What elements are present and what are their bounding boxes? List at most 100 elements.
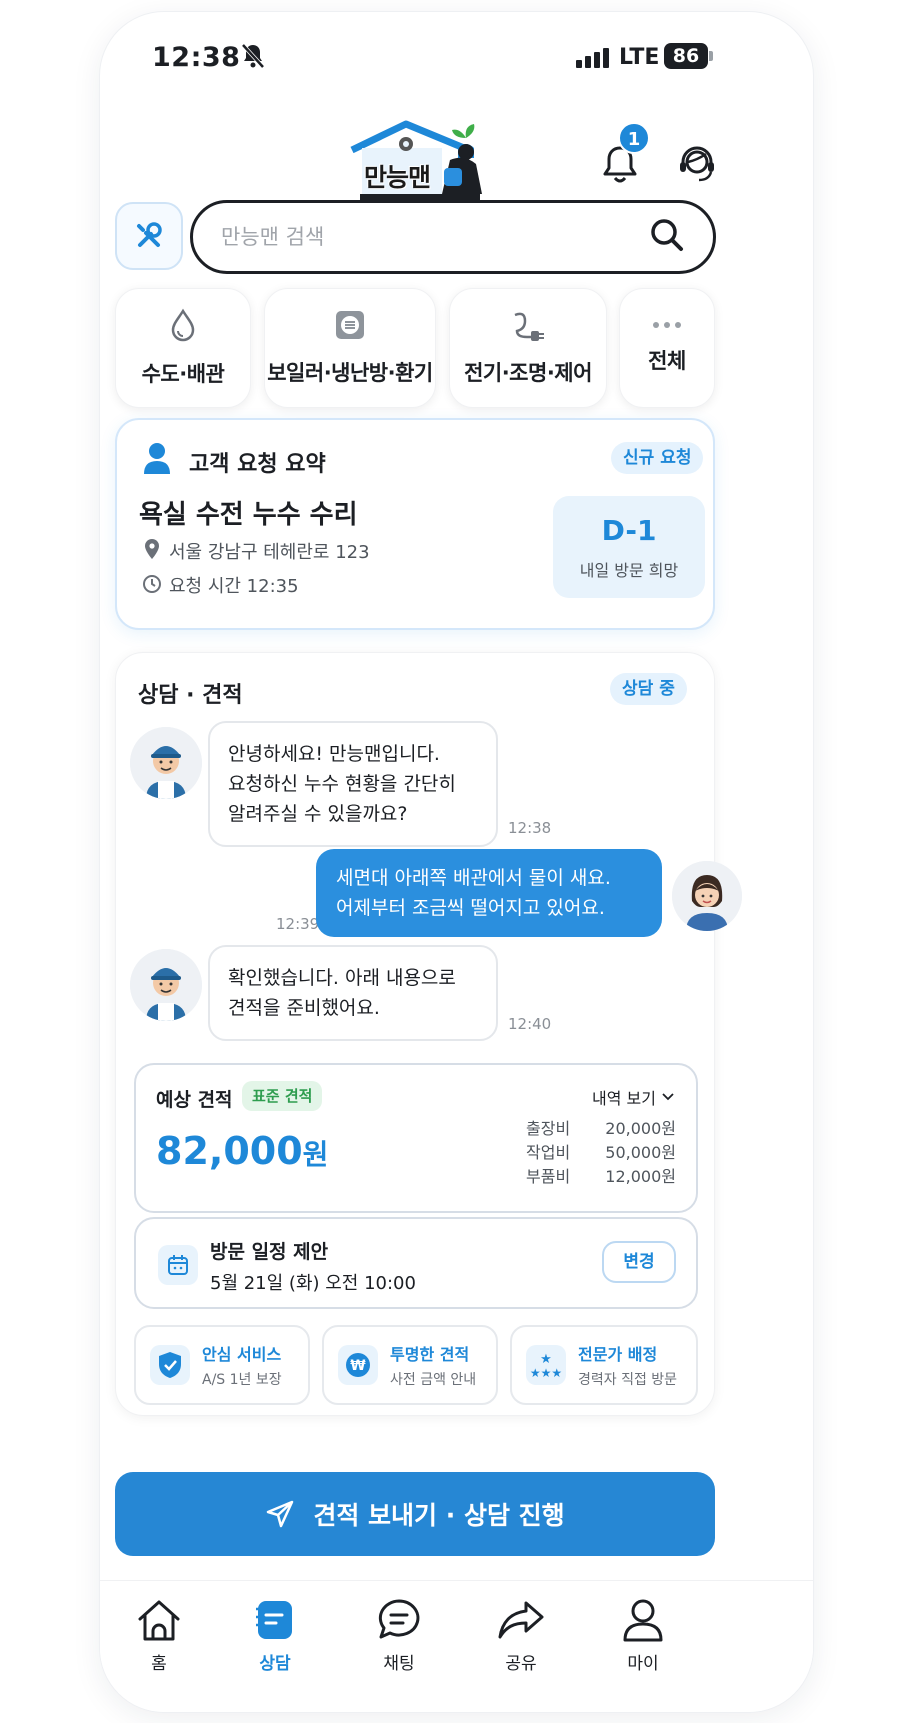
message-bubble-expert: 확인했습니다. 아래 내용으로 견적을 준비했어요. [208, 945, 498, 1041]
estimate-currency: 원 [302, 1138, 329, 1171]
estimate-card[interactable]: 예상 견적 표준 견적 내역 보기 82,000 원 출장비 20,000원 작업… [134, 1063, 698, 1213]
new-request-badge: 신규 요청 [611, 442, 704, 474]
feature-safe-service: 안심 서비스 A/S 1년 보장 [134, 1325, 310, 1405]
feature-sub: 사전 금액 안내 [390, 1372, 477, 1388]
search-bar[interactable] [190, 200, 716, 274]
send-estimate-label: 견적 보내기 · 상담 진행 [313, 1501, 565, 1530]
svg-text:₩: ₩ [350, 1358, 366, 1374]
estimate-line: 작업비 50,000원 [526, 1141, 676, 1165]
category-all[interactable]: 전체 [619, 288, 715, 408]
feature-title: 투명한 견적 [390, 1345, 470, 1364]
signal-icon [576, 48, 609, 68]
message-line: 어제부터 조금씩 떨어지고 있어요. [336, 897, 605, 919]
estimate-amount-wrap: 82,000 원 [156, 1129, 328, 1173]
shield-check-icon [150, 1345, 190, 1389]
message-line: 안녕하세요! 만능맨입니다. [228, 743, 440, 765]
category-electric[interactable]: 전기·조명·제어 [449, 288, 607, 408]
category-label: 수도·배관 [141, 362, 225, 386]
feature-expert-assign: ★ ★★★ 전문가 배정 경력자 직접 방문 [510, 1325, 698, 1405]
message-line: 견적을 준비했어요. [228, 997, 380, 1019]
tools-button[interactable] [115, 202, 183, 270]
category-boiler[interactable]: 보일러·냉난방·환기 [264, 288, 436, 408]
view-details-label: 내역 보기 [592, 1089, 656, 1108]
consult-card: 상담 · 견적 상담 중 안녕하세요! 만능맨입니다. 요청하신 누수 현황을 … [115, 652, 742, 1416]
schedule-datetime: 5월 21일 (화) 오전 10:00 [210, 1273, 416, 1294]
estimate-label: 예상 견적 [156, 1089, 233, 1111]
message-line: 알려주실 수 있을까요? [228, 803, 408, 825]
category-plumbing[interactable]: 수도·배관 [115, 288, 251, 408]
plug-icon [514, 312, 544, 341]
nav-label: 마이 [627, 1654, 659, 1674]
change-schedule-button[interactable]: 변경 [602, 1241, 676, 1283]
search-input[interactable] [221, 225, 649, 249]
nav-chat[interactable]: 채팅 [344, 1597, 454, 1674]
water-drop-icon [171, 308, 195, 342]
svg-text:★★★: ★★★ [530, 1366, 562, 1380]
chat-icon [378, 1599, 420, 1639]
home-icon [138, 1600, 180, 1641]
calendar-icon [158, 1245, 198, 1285]
estimate-item-price: 12,000원 [605, 1167, 676, 1186]
estimate-item-name: 부품비 [526, 1167, 571, 1186]
nav-label: 홈 [151, 1654, 167, 1674]
feature-title: 안심 서비스 [202, 1345, 282, 1364]
customer-support-icon[interactable] [676, 144, 718, 186]
clock-icon [142, 574, 162, 598]
message-bubble-customer: 세면대 아래쪽 배관에서 물이 새요. 어제부터 조금씩 떨어지고 있어요. [316, 849, 662, 937]
send-estimate-button[interactable]: 견적 보내기 · 상담 진행 [115, 1472, 715, 1556]
estimate-item-name: 출장비 [526, 1119, 571, 1138]
message-time: 12:39 [276, 915, 320, 933]
request-address: 서울 강남구 테헤란로 123 [169, 542, 370, 563]
phone-screen: 12:38 LTE 86 만능맨 1 만능맨 검색 수도·배관 보일러·냉난방·… [100, 12, 813, 1712]
battery-indicator: 86 [664, 43, 708, 69]
category-label: 보일러·냉난방·환기 [267, 361, 433, 385]
nav-label: 공유 [505, 1654, 537, 1674]
person-icon [623, 1599, 663, 1642]
nav-home[interactable]: 홈 [104, 1597, 214, 1674]
schedule-title: 방문 일정 제안 [210, 1241, 329, 1263]
request-title: 욕실 수전 누수 수리 [139, 500, 358, 530]
estimate-amount: 82,000 [156, 1129, 303, 1173]
more-dots-icon [653, 322, 681, 328]
feature-title: 전문가 배정 [578, 1345, 658, 1364]
share-icon [498, 1601, 544, 1639]
feature-sub: A/S 1년 보장 [202, 1372, 282, 1388]
category-label: 전기·조명·제어 [464, 361, 592, 385]
summary-title: 고객 요청 요약 [189, 452, 326, 477]
message-line: 세면대 아래쪽 배관에서 물이 새요. [336, 867, 611, 889]
message-time: 12:38 [508, 819, 552, 837]
stars-icon: ★ ★★★ [526, 1345, 566, 1389]
consult-status-badge: 상담 중 [610, 673, 687, 705]
search-icon[interactable] [649, 217, 685, 257]
nav-consult[interactable]: 상담 [220, 1597, 330, 1674]
person-icon [143, 442, 171, 478]
nav-share[interactable]: 공유 [466, 1597, 576, 1674]
location-pin-icon [143, 538, 161, 564]
estimate-item-price: 20,000원 [605, 1119, 676, 1138]
expert-avatar [130, 949, 202, 1021]
logo-text: 만능맨 [364, 163, 431, 192]
nav-label: 채팅 [383, 1654, 415, 1674]
estimate-line: 부품비 12,000원 [526, 1165, 676, 1189]
notification-badge: 1 [618, 122, 650, 154]
dday-note: 내일 방문 희망 [579, 560, 679, 580]
status-time: 12:38 [152, 42, 241, 73]
schedule-card: 방문 일정 제안 5월 21일 (화) 오전 10:00 변경 [134, 1217, 698, 1309]
network-label: LTE [619, 45, 660, 70]
send-icon [267, 1500, 294, 1528]
estimate-breakdown: 출장비 20,000원 작업비 50,000원 부품비 12,000원 [526, 1117, 676, 1189]
bottom-navigation: 홈 상담 채팅 공유 마이 [100, 1580, 813, 1712]
estimate-item-price: 50,000원 [605, 1143, 676, 1162]
dday-box: D-1 내일 방문 희망 [553, 496, 705, 598]
nav-label: 상담 [259, 1654, 291, 1674]
boiler-icon [336, 311, 364, 339]
request-time: 요청 시간 12:35 [169, 576, 299, 597]
expert-avatar [130, 727, 202, 799]
won-coin-icon: ₩ [338, 1345, 378, 1389]
customer-avatar [672, 861, 742, 931]
feature-transparent-estimate: ₩ 투명한 견적 사전 금액 안내 [322, 1325, 498, 1405]
request-summary-card[interactable]: 고객 요청 요약 신규 요청 욕실 수전 누수 수리 서울 강남구 테헤란로 1… [115, 418, 715, 630]
nav-my[interactable]: 마이 [588, 1597, 698, 1674]
view-details-link[interactable]: 내역 보기 [592, 1085, 674, 1109]
battery-tip [709, 51, 713, 61]
